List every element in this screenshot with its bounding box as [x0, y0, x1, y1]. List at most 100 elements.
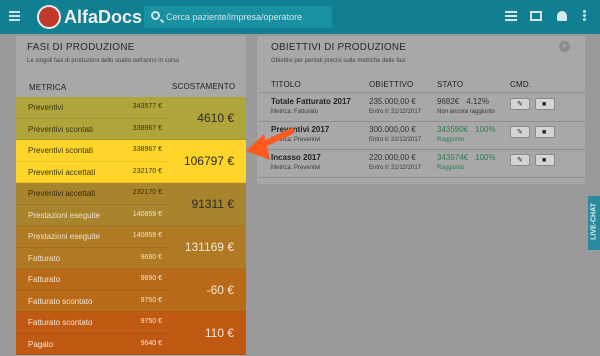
- metric-name: Fatturato: [28, 275, 61, 284]
- deviation-cell: 4610 €: [168, 97, 246, 140]
- metric-value: 338967 €: [132, 146, 162, 153]
- highlight-arrow-icon: [246, 128, 294, 160]
- metric-row: Fatturato scontato 9750 €: [16, 290, 168, 312]
- bell-icon[interactable]: [557, 11, 567, 21]
- metric-row: Prestazioni eseguite 140859 €: [16, 204, 168, 226]
- deviation-cell: 131169 €: [168, 226, 246, 269]
- live-chat-label: LIVE-CHAT: [590, 203, 598, 240]
- metric-value: 232170 €: [132, 167, 162, 175]
- edit-button[interactable]: ✎: [510, 98, 530, 110]
- metric-value: 338967 €: [132, 124, 162, 132]
- objective-deadline: Entro il: 31/12/2017: [369, 137, 422, 143]
- metric-value: 9750 €: [140, 296, 162, 304]
- metric-row: Fatturato 9690 €: [16, 269, 168, 291]
- col-state: STATO: [437, 80, 464, 89]
- metric-value: 232170 €: [132, 189, 162, 196]
- mail-icon[interactable]: [530, 11, 542, 21]
- deviation-value: 131169 €: [184, 240, 234, 254]
- row-divider: [259, 149, 585, 150]
- state-value: 343590€: [437, 125, 469, 134]
- metric-row: Pagato 9640 €: [16, 333, 168, 355]
- live-chat-tab[interactable]: LIVE-CHAT: [588, 196, 600, 250]
- fasi-title: FASI DI PRODUZIONE: [27, 42, 135, 53]
- objective-metric: Metrica: Fatturato: [271, 109, 319, 115]
- metric-name: Fatturato scontato: [28, 318, 93, 327]
- row-divider: [259, 121, 585, 122]
- more-vert-icon[interactable]: [583, 10, 586, 21]
- delete-button[interactable]: ■: [535, 126, 555, 138]
- metric-name: Fatturato: [28, 253, 61, 263]
- col-cmd: CMD.: [510, 80, 532, 89]
- metric-row: Preventivi accettati 232170 €: [16, 183, 168, 205]
- delete-button[interactable]: ■: [535, 154, 555, 166]
- fasi-subtitle: Le singoli fasi di produzioni dello stud…: [27, 58, 180, 64]
- metric-name: Fatturato scontato: [28, 296, 93, 306]
- deviation-value: -60 €: [206, 283, 234, 297]
- search-input[interactable]: [166, 9, 326, 25]
- metric-row: Preventivi scontati 338967 €: [16, 140, 168, 162]
- search-box[interactable]: [144, 6, 332, 28]
- objective-state: 343574€ 100%: [437, 153, 496, 162]
- metric-value: 9690 €: [140, 275, 162, 282]
- metric-row: Preventivi accettati 232170 €: [16, 161, 168, 183]
- metric-row: Prestazioni eseguite 140859 €: [16, 226, 168, 248]
- metric-value: 343577 €: [132, 103, 162, 110]
- objective-target: 300.000,00 €: [369, 125, 416, 134]
- col-objective: OBIETTIVO: [369, 80, 414, 89]
- col-metric: METRICA: [29, 83, 67, 92]
- search-icon: [151, 11, 160, 20]
- objective-deadline: Entro il: 31/12/2017: [369, 109, 422, 115]
- metric-value: 9640 €: [140, 339, 162, 347]
- pencil-icon: ✎: [517, 101, 523, 108]
- metric-name: Preventivi: [28, 103, 64, 112]
- metric-row: Fatturato 9690 €: [16, 247, 168, 269]
- trash-icon: ■: [542, 101, 547, 108]
- objective-state: 9682€ 4.12%: [437, 97, 489, 106]
- objective-target: 235.000,00 €: [369, 97, 416, 106]
- app-logo-icon[interactable]: [37, 5, 61, 29]
- trash-icon: ■: [542, 157, 547, 164]
- metric-name: Pagato: [28, 339, 54, 349]
- objective-state: 343590€ 100%: [437, 125, 496, 134]
- state-value: 343574€: [437, 153, 469, 162]
- objective-state-note: Non ancora raggiunto: [437, 109, 495, 115]
- deviation-cell: 110 €: [168, 312, 246, 355]
- edit-button[interactable]: ✎: [510, 154, 530, 166]
- delete-button[interactable]: ■: [535, 98, 555, 110]
- deviation-value: 110 €: [204, 326, 234, 340]
- edit-button[interactable]: ✎: [510, 126, 530, 138]
- row-divider: [259, 177, 585, 178]
- metric-name: Preventivi scontati: [28, 146, 93, 155]
- deviation-cell: 91311 €: [168, 183, 246, 226]
- metric-name: Prestazioni eseguite: [28, 232, 101, 241]
- deviation-value: 91311 €: [191, 197, 235, 211]
- state-percent: 100%: [475, 153, 496, 162]
- objective-deadline: Entro il: 31/12/2017: [369, 165, 422, 171]
- obiettivi-title: OBIETTIVI DI PRODUZIONE: [271, 42, 407, 53]
- deviation-cell: 106797 €: [168, 140, 246, 183]
- obiettivi-subtitle: Obiettivi per periodi precisi sulle metr…: [271, 58, 406, 64]
- trash-icon: ■: [542, 129, 547, 136]
- objective-title: Totale Fatturato 2017: [271, 97, 351, 106]
- objective-target: 220.000,00 €: [369, 153, 416, 162]
- header-divider: [259, 92, 585, 93]
- col-deviation: SCOSTAMENTO: [172, 82, 236, 91]
- add-objective-button[interactable]: +: [559, 41, 570, 52]
- metric-row: Preventivi scontati 338967 €: [16, 118, 168, 140]
- deviation-cell: -60 €: [168, 269, 246, 312]
- state-value: 9682€: [437, 97, 460, 106]
- list-icon[interactable]: [505, 11, 517, 22]
- metric-row: Fatturato scontato 9750 €: [16, 312, 168, 334]
- metric-value: 140859 €: [132, 232, 162, 239]
- metric-name: Preventivi accettati: [28, 189, 96, 198]
- app-name[interactable]: AlfaDocs: [64, 7, 142, 28]
- pencil-icon: ✎: [517, 129, 523, 136]
- metric-row: Preventivi 343577 €: [16, 97, 168, 119]
- metric-name: Preventivi scontati: [28, 124, 93, 134]
- metric-name: Preventivi accettati: [28, 167, 96, 177]
- metric-value: 9750 €: [140, 318, 162, 325]
- objective-state-note: Raggiunto: [437, 165, 465, 171]
- menu-icon[interactable]: [9, 11, 20, 21]
- deviation-value: 4610 €: [197, 111, 234, 125]
- metric-value: 9690 €: [140, 253, 162, 261]
